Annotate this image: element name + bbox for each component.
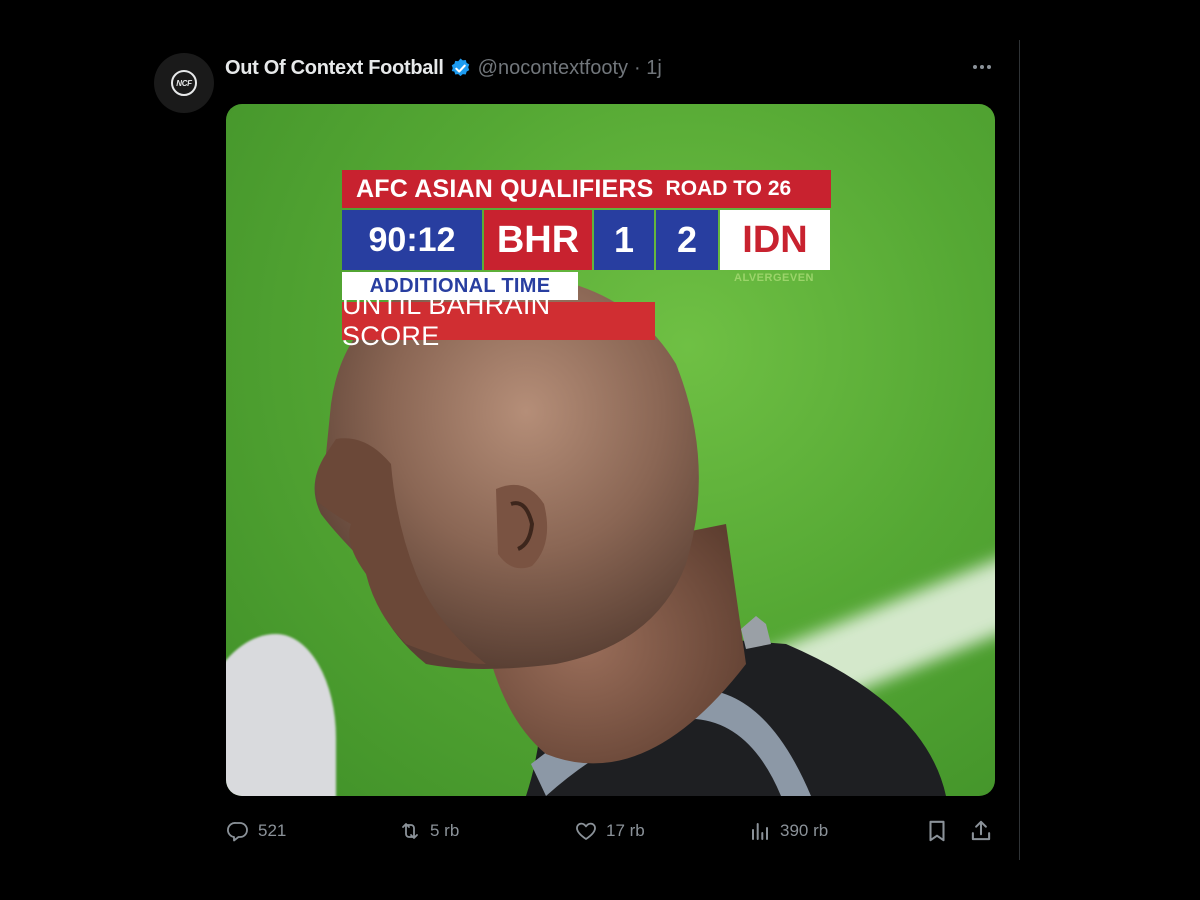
views-button[interactable]: 390 rb bbox=[748, 814, 828, 848]
views-icon bbox=[752, 823, 768, 840]
repost-count: 5 rb bbox=[430, 821, 460, 840]
reply-icon bbox=[227, 822, 248, 842]
more-icon[interactable] bbox=[966, 56, 998, 78]
avatar-logo-text: NCF bbox=[176, 78, 192, 88]
author-display-name[interactable]: Out Of Context Football bbox=[225, 57, 444, 80]
avatar-logo: NCF bbox=[171, 70, 197, 96]
bookmark-button[interactable] bbox=[924, 818, 950, 844]
scoreboard-caption: UNTIL BAHRAIN SCORE bbox=[342, 290, 655, 351]
scoreboard-stage: ROAD TO 26 bbox=[665, 177, 792, 200]
verified-badge-icon[interactable] bbox=[449, 57, 472, 80]
avatar[interactable]: NCF bbox=[154, 53, 214, 113]
reply-count: 521 bbox=[258, 821, 287, 840]
reply-button[interactable]: 521 bbox=[226, 814, 286, 848]
scoreboard-row: 90:12 BHR 1 2 IDN bbox=[342, 210, 830, 270]
share-button[interactable] bbox=[968, 818, 994, 844]
scoreboard-home-team: BHR bbox=[484, 210, 592, 270]
share-icon bbox=[971, 820, 991, 841]
bookmark-icon bbox=[929, 820, 945, 842]
like-icon bbox=[576, 822, 596, 840]
repost-icon bbox=[402, 823, 418, 839]
scoreboard-competition: AFC ASIAN QUALIFIERS bbox=[356, 174, 654, 203]
tweet-page: NCF Out Of Context Football @nocontextfo… bbox=[0, 0, 1200, 900]
scoreboard-home-score: 1 bbox=[594, 210, 654, 270]
scoreboard-away-score: 2 bbox=[656, 210, 718, 270]
action-bar: 521 5 rb 17 rb 390 rb bbox=[226, 814, 996, 848]
scoreboard-credit: ALVERGEVEN bbox=[734, 272, 814, 284]
repost-button[interactable]: 5 rb bbox=[398, 814, 459, 848]
author-handle[interactable]: @nocontextfooty bbox=[478, 57, 628, 80]
scoreboard-away-team: IDN bbox=[720, 210, 830, 270]
post-media[interactable]: AFC ASIAN QUALIFIERS ROAD TO 26 90:12 BH… bbox=[226, 104, 995, 796]
like-count: 17 rb bbox=[606, 821, 645, 840]
scoreboard-banner: AFC ASIAN QUALIFIERS ROAD TO 26 bbox=[342, 170, 831, 208]
views-count: 390 rb bbox=[780, 821, 829, 840]
like-button[interactable]: 17 rb bbox=[574, 814, 645, 848]
post-header: Out Of Context Football @nocontextfooty … bbox=[225, 54, 662, 82]
scoreboard-clock: 90:12 bbox=[342, 210, 482, 270]
column-divider bbox=[1019, 40, 1020, 860]
post-timestamp[interactable]: · 1j bbox=[634, 57, 662, 80]
